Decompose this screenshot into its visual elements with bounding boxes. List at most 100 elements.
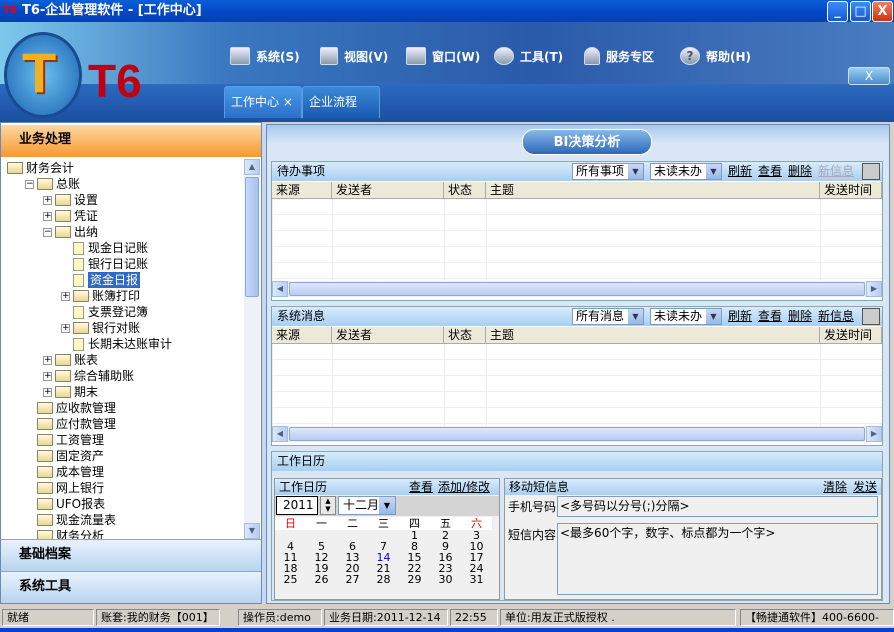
column-header[interactable]: 发送时间 [820,327,882,344]
sms-send-link[interactable]: 发送 [853,479,877,495]
column-header[interactable]: 主题 [486,327,820,344]
restore-icon[interactable] [862,308,880,325]
scroll-thumb[interactable] [289,282,865,296]
expand-toggle-icon[interactable]: + [43,211,52,221]
section-business[interactable]: 业务处理 [1,125,261,157]
link-refresh[interactable]: 刷新 [728,307,752,326]
tree-node[interactable]: +财务分析 [25,528,104,539]
tree-node[interactable]: +工资管理 [25,432,104,448]
expand-toggle-icon[interactable]: + [43,195,52,205]
horizontal-scrollbar[interactable]: ◀ ▶ [272,281,882,297]
tree-node[interactable]: − 总账 [25,176,80,192]
scroll-thumb[interactable] [245,177,259,297]
bi-tab[interactable]: BI决策分析 [522,129,652,155]
calendar-day[interactable]: 28 [368,574,399,585]
filter-select[interactable]: 未读未办 ▼ [650,308,722,325]
tab-enterprise-flow[interactable]: 企业流程 [302,86,380,118]
tree-node[interactable]: + 账簿打印 [61,288,140,304]
section-basic-archive[interactable]: 基础档案 [1,539,261,571]
column-header[interactable]: 发送者 [332,182,444,199]
content-textarea[interactable]: <最多60个字，数字、标点都为一个字> [557,523,878,595]
column-header[interactable]: 发送者 [332,327,444,344]
column-header[interactable]: 状态 [444,182,486,199]
column-header[interactable]: 状态 [444,327,486,344]
year-input[interactable]: 2011 [276,496,318,515]
close-button[interactable]: X [872,1,893,22]
tree-node[interactable]: +银行日记账 [61,256,148,272]
scroll-right-button[interactable]: ▶ [866,281,882,297]
maximize-button[interactable]: □ [850,1,871,22]
sms-clear-link[interactable]: 清除 [823,479,847,495]
calendar-edit-link[interactable]: 添加/修改 [438,479,490,495]
menu-window[interactable]: 窗口(W) [406,46,480,66]
column-header[interactable]: 主题 [486,182,820,199]
menu-view[interactable]: 视图(V) [320,46,388,66]
tree-scrollbar[interactable]: ▲ ▼ [244,159,260,539]
tree-node[interactable]: + 综合辅助账 [43,368,134,384]
expand-toggle-icon[interactable]: + [43,387,52,397]
scroll-thumb[interactable] [289,427,865,441]
filter-select[interactable]: 所有消息 ▼ [572,308,644,325]
tree-node[interactable]: +现金日记账 [61,240,148,256]
tree-node[interactable]: + 设置 [43,192,98,208]
column-header[interactable]: 发送时间 [820,182,882,199]
tree-node[interactable]: + 账表 [43,352,98,368]
tree-node[interactable]: +支票登记簿 [61,304,148,320]
tree-node[interactable]: +固定资产 [25,448,104,464]
year-spinner[interactable]: ▲ ▼ [320,496,336,515]
horizontal-scrollbar[interactable]: ◀ ▶ [272,426,882,442]
scroll-right-button[interactable]: ▶ [866,426,882,442]
scroll-left-button[interactable]: ◀ [272,426,288,442]
tree-node[interactable]: +网上银行 [25,480,104,496]
phone-input[interactable]: <多号码以分号(;)分隔> [557,496,878,517]
menu-tools[interactable]: 工具(T) [494,46,563,66]
scroll-up-button[interactable]: ▲ [244,159,260,175]
minimize-button[interactable]: _ [827,1,848,22]
filter-select[interactable]: 未读未办 ▼ [650,163,722,180]
expand-toggle-icon[interactable]: − [25,179,34,189]
menu-service[interactable]: 服务专区 [584,46,654,66]
menu-system[interactable]: 系统(S) [230,46,300,66]
link-delete[interactable]: 删除 [788,162,812,181]
tree-node[interactable]: +UFO报表 [25,496,105,512]
link-new[interactable]: 新信息 [818,162,854,181]
section-system-tools[interactable]: 系统工具 [1,571,261,603]
scroll-left-button[interactable]: ◀ [272,281,288,297]
month-select[interactable]: 十二月 ▼ [338,496,396,515]
link-refresh[interactable]: 刷新 [728,162,752,181]
tab-close-icon[interactable]: × [283,95,293,109]
tab-work-center[interactable]: 工作中心 × [224,86,302,118]
tree-node[interactable]: +成本管理 [25,464,104,480]
tree-node[interactable]: +资金日报 [61,272,141,288]
expand-toggle-icon[interactable]: − [43,227,52,237]
close-tab-button[interactable]: X [848,67,890,85]
link-view[interactable]: 查看 [758,162,782,181]
tree-node[interactable]: +应付款管理 [25,416,116,432]
calendar-day[interactable]: 29 [399,574,430,585]
expand-toggle-icon[interactable]: + [43,371,52,381]
calendar-day[interactable]: 30 [430,574,461,585]
tree-node[interactable]: +应收款管理 [25,400,116,416]
link-view[interactable]: 查看 [758,307,782,326]
expand-toggle-icon[interactable]: + [61,291,70,301]
calendar-view-link[interactable]: 查看 [409,479,433,495]
tree-node[interactable]: + 期末 [43,384,98,400]
tree-node[interactable]: +长期未达账审计 [61,336,172,352]
link-new[interactable]: 新信息 [818,307,854,326]
filter-select[interactable]: 所有事项 ▼ [572,163,644,180]
tree-node[interactable]: − 出纳 [43,224,98,240]
column-header[interactable]: 来源 [272,327,332,344]
expand-toggle-icon[interactable]: + [61,323,70,333]
column-header[interactable]: 来源 [272,182,332,199]
restore-icon[interactable] [862,163,880,180]
calendar-day[interactable]: 26 [306,574,337,585]
tree-node[interactable]: +现金流量表 [25,512,116,528]
calendar-day[interactable]: 31 [461,574,492,585]
link-delete[interactable]: 删除 [788,307,812,326]
scroll-down-button[interactable]: ▼ [244,523,260,539]
calendar-day[interactable]: 25 [275,574,306,585]
tree-node[interactable]: + 银行对账 [61,320,140,336]
calendar-day[interactable]: 27 [337,574,368,585]
tree-node[interactable]: + 凭证 [43,208,98,224]
tree-node[interactable]: 财务会计 [7,160,74,176]
